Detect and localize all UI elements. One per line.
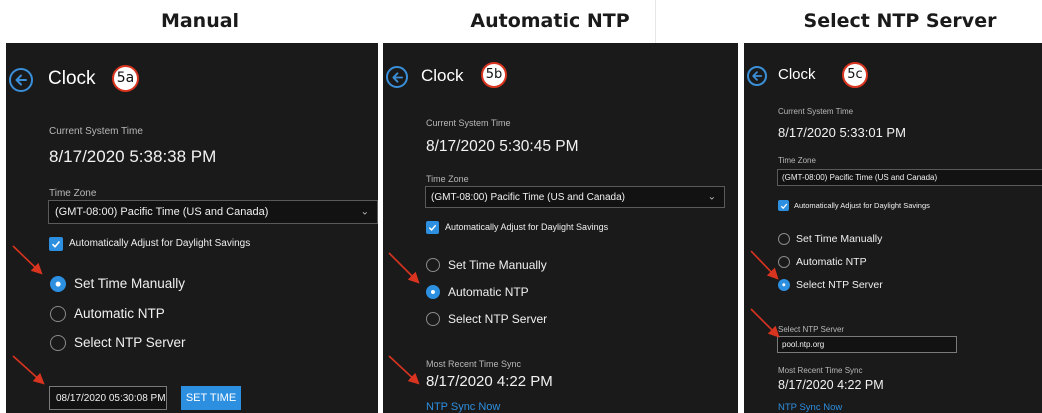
time-zone-label: Time Zone bbox=[49, 188, 97, 199]
current-time-label: Current System Time bbox=[426, 118, 511, 128]
dst-checkbox[interactable] bbox=[49, 237, 63, 251]
option-set-time-manually[interactable]: Set Time Manually bbox=[74, 276, 185, 291]
time-zone-select[interactable]: (GMT-08:00) Pacific Time (US and Canada)… bbox=[777, 169, 1042, 186]
set-time-button[interactable]: SET TIME bbox=[181, 386, 241, 410]
back-arrow-icon[interactable] bbox=[9, 68, 33, 92]
tab-divider bbox=[655, 0, 656, 43]
time-zone-value: (GMT-08:00) Pacific Time (US and Canada) bbox=[55, 206, 269, 218]
step-badge: 5a bbox=[112, 65, 139, 92]
option-select-ntp-server[interactable]: Select NTP Server bbox=[796, 279, 883, 291]
time-zone-label: Time Zone bbox=[778, 156, 816, 165]
column-title-automatic-ntp: Automatic NTP bbox=[470, 10, 630, 32]
page-title: Clock bbox=[421, 66, 464, 85]
clock-panel-automatic-ntp: Clock 5b Current System Time 8/17/2020 5… bbox=[383, 43, 738, 413]
checkmark-icon bbox=[780, 203, 787, 209]
option-automatic-ntp[interactable]: Automatic NTP bbox=[74, 306, 165, 321]
radio-select-ntp-server[interactable] bbox=[778, 279, 790, 291]
option-select-ntp-server[interactable]: Select NTP Server bbox=[74, 335, 186, 350]
recent-sync-value: 8/17/2020 4:22 PM bbox=[426, 373, 553, 390]
option-automatic-ntp[interactable]: Automatic NTP bbox=[448, 285, 529, 299]
option-set-time-manually[interactable]: Set Time Manually bbox=[796, 233, 882, 245]
radio-set-time-manually[interactable] bbox=[426, 258, 440, 272]
radio-automatic-ntp[interactable] bbox=[50, 306, 66, 322]
ntp-sync-now-link[interactable]: NTP Sync Now bbox=[426, 401, 500, 413]
chevron-down-icon: ⌄ bbox=[707, 191, 716, 203]
radio-automatic-ntp[interactable] bbox=[426, 285, 440, 299]
option-automatic-ntp[interactable]: Automatic NTP bbox=[796, 256, 867, 268]
step-badge: 5b bbox=[481, 62, 507, 88]
recent-sync-label: Most Recent Time Sync bbox=[426, 359, 522, 369]
back-arrow-icon[interactable] bbox=[747, 66, 767, 86]
clock-panel-select-ntp-server: Clock 5c Current System Time 8/17/2020 5… bbox=[744, 43, 1042, 413]
chevron-down-icon: ⌄ bbox=[360, 206, 369, 218]
current-time-label: Current System Time bbox=[778, 107, 854, 116]
time-zone-value: (GMT-08:00) Pacific Time (US and Canada) bbox=[431, 191, 625, 203]
page-title: Clock bbox=[778, 66, 816, 83]
dst-label: Automatically Adjust for Daylight Saving… bbox=[69, 238, 251, 249]
checkmark-icon bbox=[428, 224, 437, 231]
time-zone-value: (GMT-08:00) Pacific Time (US and Canada) bbox=[782, 173, 938, 182]
current-time-value: 8/17/2020 5:33:01 PM bbox=[778, 125, 906, 140]
current-time-label: Current System Time bbox=[49, 126, 143, 137]
recent-sync-value: 8/17/2020 4:22 PM bbox=[778, 378, 884, 392]
column-title-select-ntp-server: Select NTP Server bbox=[803, 10, 997, 32]
radio-automatic-ntp[interactable] bbox=[778, 256, 790, 268]
ntp-sync-now-link[interactable]: NTP Sync Now bbox=[778, 402, 842, 413]
dst-checkbox[interactable] bbox=[426, 221, 439, 234]
dst-label: Automatically Adjust for Daylight Saving… bbox=[445, 222, 609, 232]
option-set-time-manually[interactable]: Set Time Manually bbox=[448, 258, 547, 272]
checkmark-icon bbox=[51, 240, 61, 248]
radio-select-ntp-server[interactable] bbox=[50, 335, 66, 351]
datetime-input[interactable]: 08/17/2020 05:30:08 PM bbox=[49, 386, 167, 410]
column-title-manual: Manual bbox=[160, 10, 240, 32]
dst-label: Automatically Adjust for Daylight Saving… bbox=[794, 201, 930, 210]
time-zone-label: Time Zone bbox=[426, 174, 469, 184]
back-arrow-icon[interactable] bbox=[386, 66, 408, 88]
current-time-value: 8/17/2020 5:30:45 PM bbox=[426, 138, 579, 155]
recent-sync-label: Most Recent Time Sync bbox=[778, 366, 863, 375]
current-time-value: 8/17/2020 5:38:38 PM bbox=[49, 147, 217, 166]
radio-set-time-manually[interactable] bbox=[778, 233, 790, 245]
ntp-server-input[interactable]: pool.ntp.org bbox=[777, 336, 957, 353]
radio-set-time-manually[interactable] bbox=[50, 276, 66, 292]
dst-checkbox[interactable] bbox=[778, 200, 789, 211]
step-badge: 5c bbox=[842, 62, 868, 88]
option-select-ntp-server[interactable]: Select NTP Server bbox=[448, 312, 547, 326]
radio-select-ntp-server[interactable] bbox=[426, 312, 440, 326]
ntp-server-label: Select NTP Server bbox=[778, 325, 845, 334]
page-title: Clock bbox=[48, 68, 96, 89]
clock-panel-manual: Clock 5a Current System Time 8/17/2020 5… bbox=[6, 43, 378, 413]
time-zone-select[interactable]: (GMT-08:00) Pacific Time (US and Canada)… bbox=[48, 200, 378, 224]
time-zone-select[interactable]: (GMT-08:00) Pacific Time (US and Canada)… bbox=[425, 186, 725, 208]
